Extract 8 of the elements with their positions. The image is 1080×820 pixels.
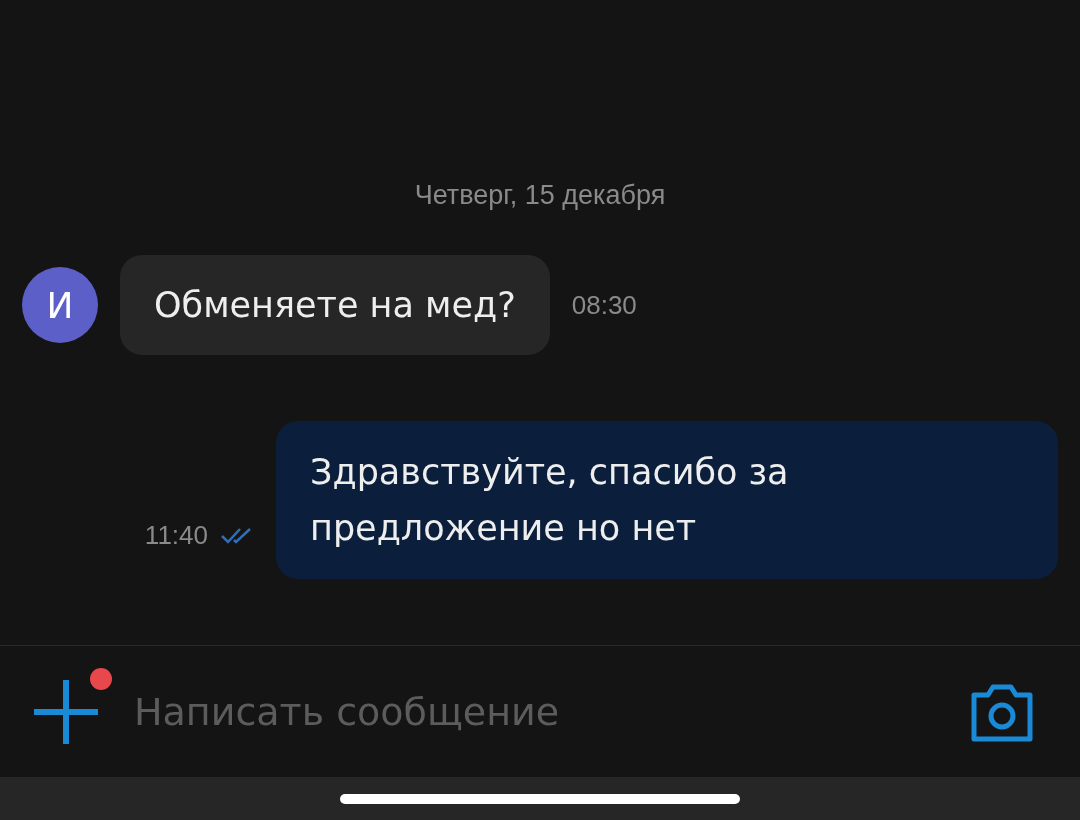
avatar[interactable]: И (22, 267, 98, 343)
message-time: 08:30 (571, 289, 637, 321)
message-input[interactable]: Написать сообщение (132, 688, 938, 735)
message-time: 11:40 (144, 520, 208, 551)
date-label: Четверг, 15 декабря (414, 180, 666, 211)
message-bubble: Здравствуйте, спасибо за предложение но нет (276, 421, 1058, 579)
home-indicator[interactable] (340, 793, 740, 804)
message-bubble: Обменяете на мед? (120, 255, 550, 355)
